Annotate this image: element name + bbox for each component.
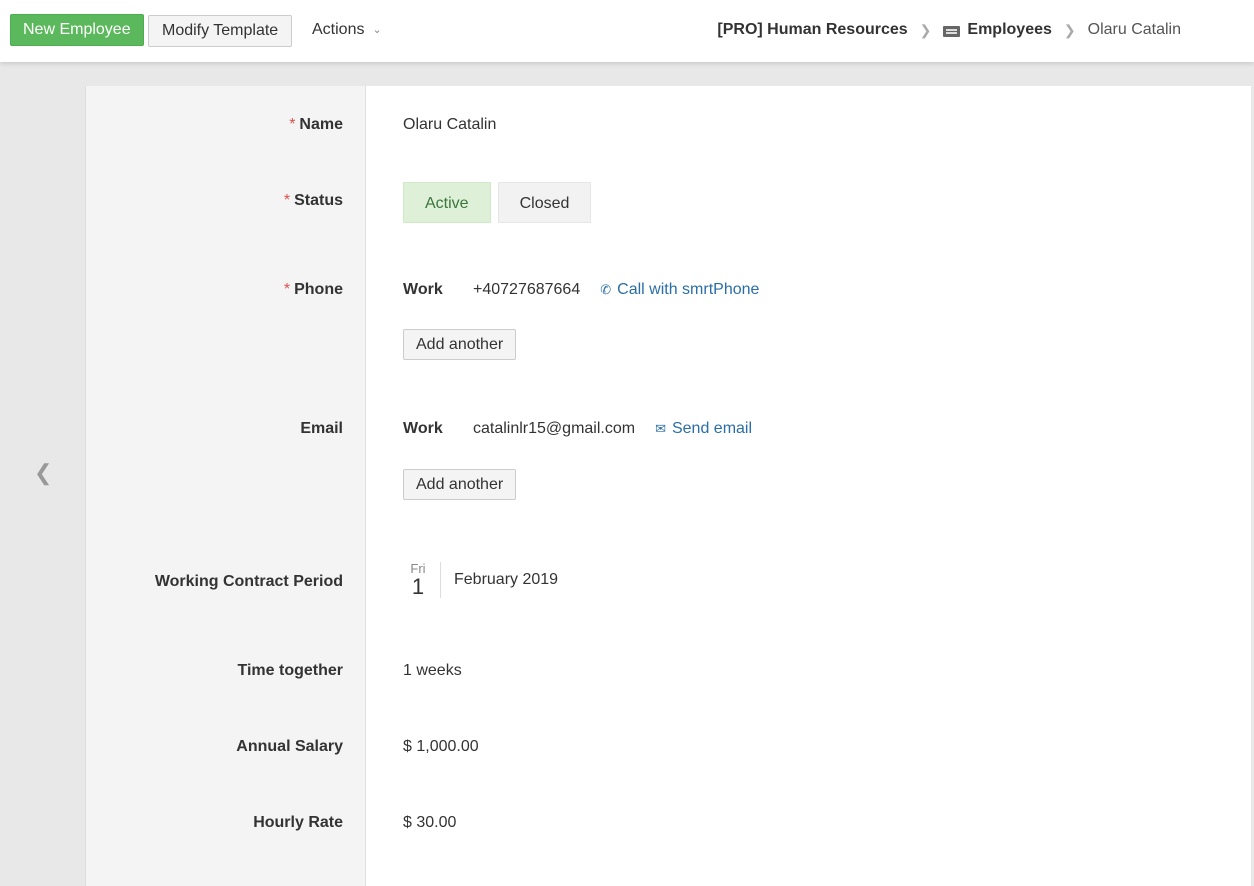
status-options: Active Closed <box>403 182 598 223</box>
phone-type: Work <box>403 281 443 298</box>
date-day-number: 1 <box>411 574 425 599</box>
hourly-rate-value[interactable]: $ 30.00 <box>403 814 456 832</box>
phone-label: * Phone <box>283 281 343 298</box>
status-label: * Status <box>283 192 343 209</box>
employee-form: * Name Olaru Catalin * Status Active Closed… <box>85 86 1251 886</box>
status-closed-button[interactable]: Closed <box>497 182 592 223</box>
breadcrumb-separator-icon: ❯ <box>919 21 932 38</box>
breadcrumb: [PRO] Human Resources ❯ Employees ❯ Olar… <box>717 21 1181 39</box>
time-together-value: 1 weeks <box>403 662 462 679</box>
status-active-button[interactable]: Active <box>403 182 491 223</box>
hourly-rate-label: Hourly Rate <box>253 814 343 831</box>
required-marker: * <box>289 116 296 133</box>
email-address[interactable]: catalinlr15@gmail.com <box>473 420 635 437</box>
date-month-year: February 2019 <box>454 571 559 588</box>
modify-template-button[interactable]: Modify Template <box>148 15 293 47</box>
date-day-block: Fri 1 <box>404 562 441 598</box>
breadcrumb-section[interactable]: Employees <box>967 21 1051 39</box>
required-marker: * <box>283 281 291 298</box>
send-email-link[interactable]: Send email <box>672 420 752 437</box>
chevron-down-icon: ⌄ <box>372 24 382 36</box>
id-card-icon <box>943 25 961 37</box>
name-label: * Name <box>289 116 343 133</box>
email-entry: Work catalinlr15@gmail.com ✉ Send email <box>403 420 752 438</box>
chevron-left-icon[interactable]: ❮ <box>34 460 52 486</box>
contract-date[interactable]: Fri 1 February 2019 <box>404 562 558 598</box>
add-email-button[interactable]: Add another <box>403 469 517 500</box>
required-marker: * <box>283 192 291 209</box>
breadcrumb-app[interactable]: [PRO] Human Resources <box>717 21 907 39</box>
time-together-label: Time together <box>237 662 344 679</box>
phone-entry: Work +40727687664 ✆ Call with smrtPhone <box>403 281 759 299</box>
email-type: Work <box>403 420 443 437</box>
annual-salary-value[interactable]: $ 1,000.00 <box>403 738 479 756</box>
name-value[interactable]: Olaru Catalin <box>403 116 496 134</box>
annual-salary-label: Annual Salary <box>236 738 343 755</box>
actions-label: Actions <box>312 21 365 38</box>
top-toolbar: New Employee Modify Template Actions ⌄ [P… <box>0 0 1254 62</box>
call-phone-link[interactable]: Call with smrtPhone <box>617 281 759 298</box>
contract-label: Working Contract Period <box>154 573 343 590</box>
add-phone-button[interactable]: Add another <box>403 329 517 360</box>
phone-number[interactable]: +40727687664 <box>473 281 580 298</box>
email-label: Email <box>300 420 343 437</box>
breadcrumb-current: Olaru Catalin <box>1087 21 1181 38</box>
actions-dropdown[interactable]: Actions ⌄ <box>312 21 382 39</box>
new-employee-button[interactable]: New Employee <box>10 14 144 46</box>
envelope-open-icon: ✉ <box>655 421 666 436</box>
phone-icon: ✆ <box>600 282 612 297</box>
breadcrumb-separator-icon: ❯ <box>1063 21 1076 38</box>
